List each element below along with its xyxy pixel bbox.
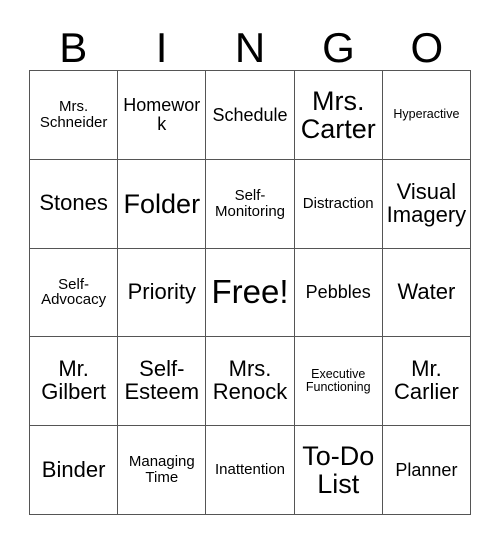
bingo-cell[interactable]: Schedule (206, 71, 295, 160)
bingo-grid: Mrs. Schneider Homework Schedule Mrs. Ca… (29, 70, 472, 515)
bingo-row: Mr. Gilbert Self-Esteem Mrs. Renock Exec… (30, 337, 472, 427)
bingo-cell-label: Hyperactive (393, 107, 460, 122)
bingo-cell[interactable]: Mrs. Renock (206, 337, 295, 427)
bingo-cell[interactable]: Executive Functioning (294, 337, 383, 427)
bingo-cell[interactable]: Mr. Carlier (382, 337, 472, 427)
bingo-cell[interactable]: Planner (382, 426, 472, 515)
bingo-cell[interactable]: Mrs. Schneider (30, 71, 119, 160)
bingo-row: Self-Advocacy Priority Free! Pebbles Wat… (30, 248, 472, 338)
bingo-cell[interactable]: Water (382, 248, 472, 338)
bingo-cell-label: Mrs. Schneider (39, 98, 108, 131)
bingo-row: Stones Folder Self-Monitoring Distractio… (30, 159, 472, 249)
bingo-cell[interactable]: To-Do List (294, 426, 383, 515)
bingo-cell[interactable]: Binder (30, 426, 119, 515)
bingo-row: Mrs. Schneider Homework Schedule Mrs. Ca… (30, 71, 472, 160)
bingo-cell-label: Pebbles (305, 282, 371, 303)
bingo-cell-label: Water (397, 279, 456, 305)
bingo-cell-label: Homework (123, 95, 201, 134)
bingo-cell[interactable]: Priority (118, 248, 207, 338)
bingo-cell[interactable]: Managing Time (118, 426, 207, 515)
bingo-cell-label: Inattention (214, 461, 286, 479)
bingo-cell-label: Mrs. Carter (300, 85, 376, 144)
bingo-cell[interactable]: Self-Monitoring (206, 159, 295, 249)
bingo-cell[interactable]: Hyperactive (382, 71, 472, 160)
bingo-cell[interactable]: Distraction (294, 159, 383, 249)
bingo-cell-label: To-Do List (302, 441, 375, 500)
bingo-cell-label: Distraction (302, 194, 374, 212)
bingo-cell-label: Visual Imagery (386, 178, 467, 227)
bingo-cell[interactable]: Mrs. Carter (294, 71, 383, 160)
bingo-cell-label: Free! (211, 273, 289, 311)
bingo-cell[interactable]: Homework (118, 71, 207, 160)
bingo-cell-label: Executive Functioning (305, 367, 371, 395)
bingo-cell[interactable]: Folder (118, 159, 207, 249)
bingo-cell-label: Mrs. Renock (212, 356, 288, 405)
bingo-cell[interactable]: Inattention (206, 426, 295, 515)
bingo-cell-label: Stones (39, 190, 108, 216)
bingo-row: Binder Managing Time Inattention To-Do L… (30, 426, 472, 515)
bingo-cell-free[interactable]: Free! (206, 248, 295, 338)
header-letter-b: B (59, 24, 88, 71)
bingo-cell-label: Mr. Carlier (394, 356, 459, 405)
header-letter-n: N (234, 24, 266, 71)
bingo-cell-label: Mr. Gilbert (41, 356, 106, 405)
bingo-header: B I N G O (29, 14, 471, 70)
bingo-cell[interactable]: Stones (30, 159, 119, 249)
bingo-cell[interactable]: Self-Esteem (118, 337, 207, 427)
bingo-cell-label: Planner (395, 459, 458, 480)
bingo-cell[interactable]: Pebbles (294, 248, 383, 338)
bingo-card: B I N G O Mrs. Schneider Homework Schedu… (29, 14, 472, 515)
bingo-cell-label: Self-Esteem (124, 356, 200, 405)
bingo-cell-label: Schedule (212, 104, 288, 125)
header-letter-g: G (322, 24, 355, 71)
bingo-cell[interactable]: Self-Advocacy (30, 248, 119, 338)
bingo-cell-label: Managing Time (128, 453, 195, 487)
bingo-cell[interactable]: Mr. Gilbert (30, 337, 119, 427)
bingo-cell[interactable]: Visual Imagery (382, 159, 472, 249)
bingo-cell-label: Self-Monitoring (214, 187, 286, 220)
bingo-cell-label: Priority (127, 279, 197, 305)
header-letter-o: O (410, 24, 444, 71)
bingo-cell-label: Self-Advocacy (41, 275, 107, 309)
header-letter-i: I (155, 24, 168, 71)
bingo-cell-label: Binder (41, 456, 106, 482)
bingo-cell-label: Folder (123, 188, 201, 219)
